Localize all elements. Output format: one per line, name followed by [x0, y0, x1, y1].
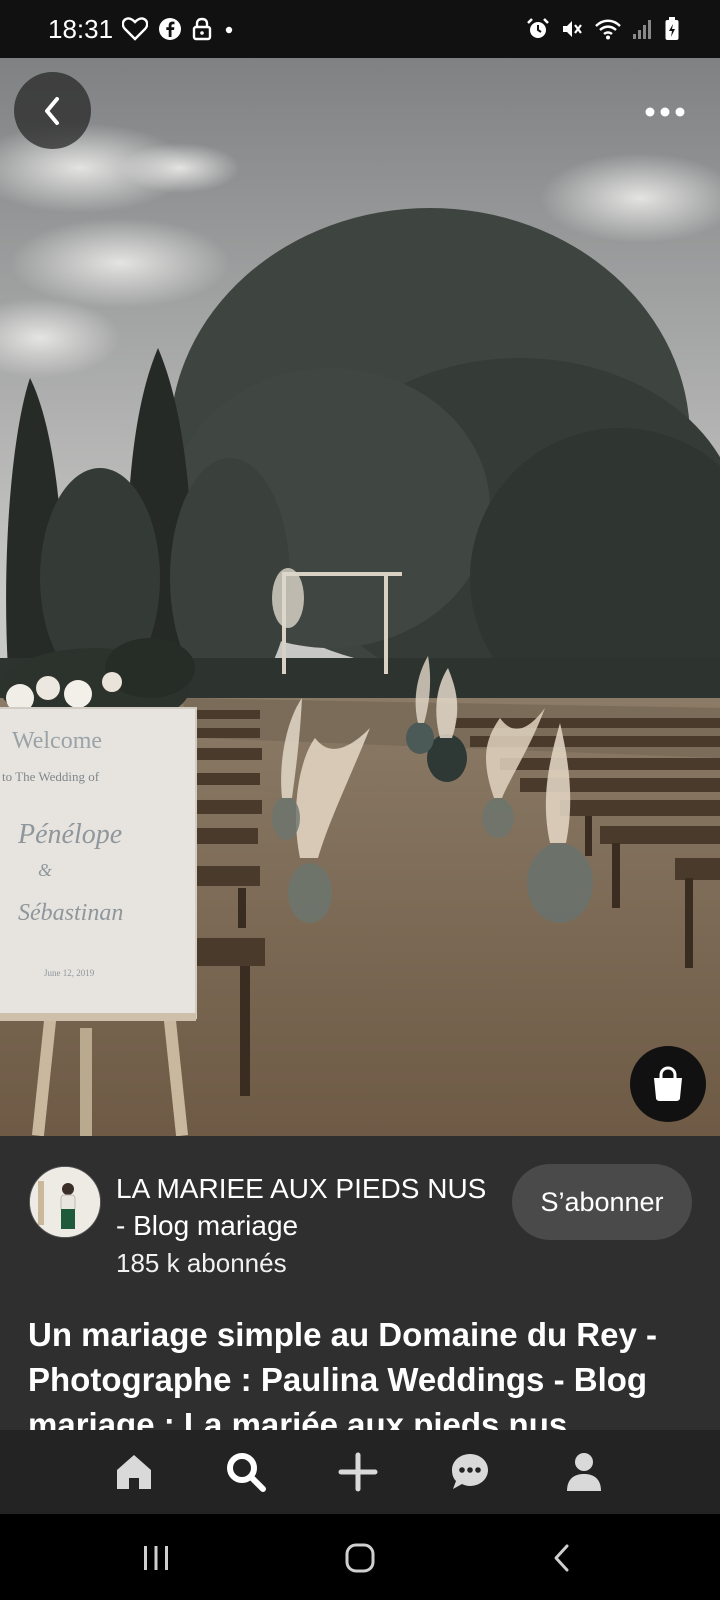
- shop-button[interactable]: [630, 1046, 706, 1122]
- system-navigation: [0, 1514, 720, 1600]
- creator-name[interactable]: LA MARIEE AUX PIEDS NUS - Blog mariage: [116, 1170, 496, 1244]
- status-left-icons: [122, 0, 236, 58]
- nav-create[interactable]: [330, 1444, 386, 1500]
- follower-count: 185 k abonnés: [116, 1248, 287, 1278]
- sign-line-bride: Pénélope: [17, 819, 122, 850]
- shopping-bag-icon: [654, 1066, 682, 1101]
- bottom-navigation: [0, 1430, 720, 1514]
- pin-info: LA MARIEE AUX PIEDS NUS - Blog mariage 1…: [0, 1136, 720, 1430]
- pin-title: Un mariage simple au Domaine du Rey - Ph…: [28, 1316, 657, 1430]
- wifi-icon: [594, 17, 622, 41]
- sign-line-groom: Sébastinan: [18, 900, 123, 926]
- status-right-icons: [526, 0, 680, 58]
- nav-messages[interactable]: [442, 1444, 498, 1500]
- system-back-button[interactable]: [540, 1536, 584, 1580]
- chevron-left-icon: [44, 96, 59, 125]
- home-icon: [117, 1455, 151, 1489]
- home-circle-icon: [345, 1543, 375, 1573]
- recent-apps-button[interactable]: [134, 1536, 178, 1580]
- nav-profile[interactable]: [556, 1444, 612, 1500]
- recent-apps-icon: [144, 1546, 168, 1570]
- pin-image[interactable]: Welcome to The Wedding of Pénélope & Séb…: [0, 58, 720, 1136]
- signal-icon: [632, 17, 654, 41]
- heart-outline-icon: [122, 17, 148, 41]
- facebook-icon: [158, 17, 182, 41]
- profile-icon: [567, 1453, 601, 1491]
- sign-line-welcome: Welcome: [12, 728, 102, 754]
- nav-home[interactable]: [106, 1444, 162, 1500]
- sign-line-date: June 12, 2019: [44, 968, 95, 978]
- sign-line-ampersand: &: [38, 860, 52, 880]
- home-button[interactable]: [338, 1536, 382, 1580]
- status-bar: 18:31: [0, 0, 720, 58]
- messages-icon: [452, 1454, 488, 1489]
- back-button[interactable]: [14, 72, 91, 149]
- sign-line-wedding-of: to The Wedding of: [2, 769, 100, 784]
- alarm-icon: [526, 17, 550, 41]
- battery-icon: [664, 16, 680, 42]
- status-time: 18:31: [48, 14, 114, 44]
- dot-icon: [222, 17, 236, 41]
- more-options-button[interactable]: [640, 92, 690, 132]
- more-horizontal-icon: [645, 107, 685, 117]
- follow-button[interactable]: S’abonner: [512, 1164, 692, 1240]
- creator-avatar[interactable]: [29, 1166, 101, 1238]
- lock-icon: [192, 17, 212, 41]
- back-arrow-icon: [554, 1544, 569, 1572]
- mute-icon: [560, 17, 584, 41]
- nav-search[interactable]: [218, 1444, 274, 1500]
- search-icon: [227, 1453, 266, 1492]
- add-icon: [338, 1452, 378, 1492]
